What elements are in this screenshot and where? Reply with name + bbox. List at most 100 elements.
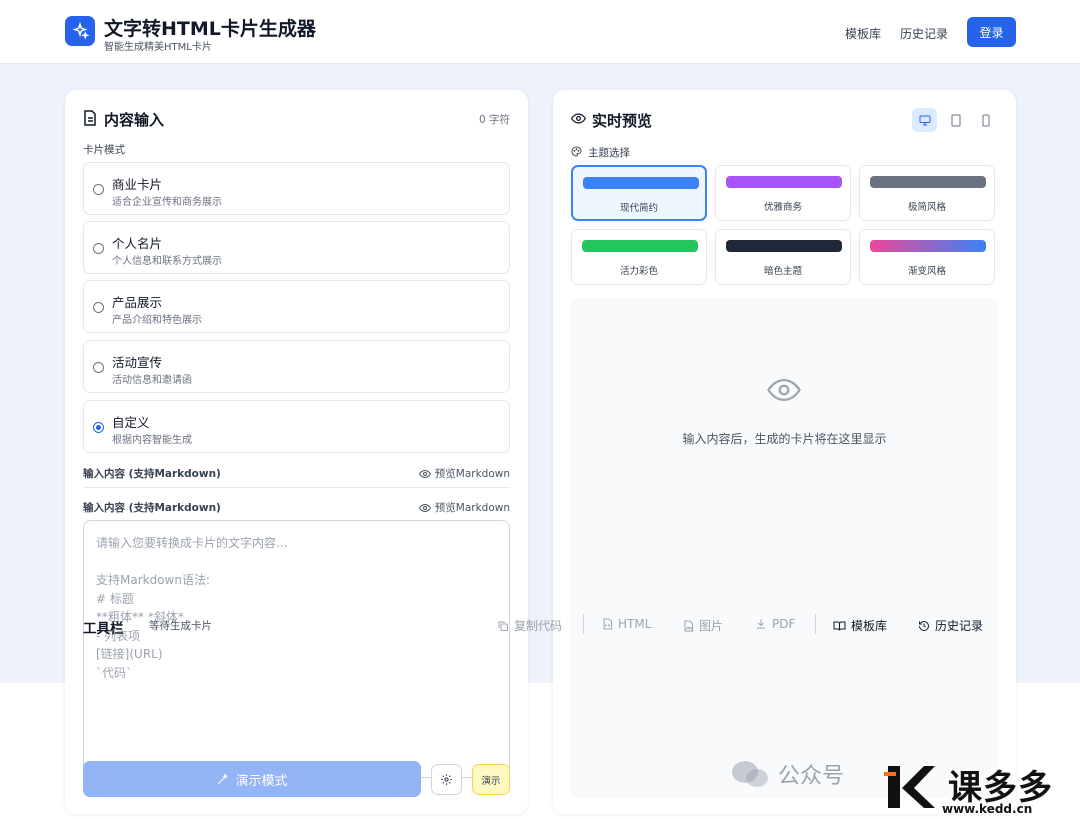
preview-markdown-label: 预览Markdown bbox=[434, 502, 510, 514]
card-mode-label: 卡片模式 bbox=[83, 144, 125, 156]
mode-name: 个人名片 bbox=[112, 236, 163, 251]
live-preview-panel: 实时预览 主题选择 现代简约 优雅商务 极简风格 活力彩色 暗色主题 渐变风格 … bbox=[553, 90, 1016, 814]
eye-icon bbox=[418, 503, 431, 512]
content-input-panel: 内容输入 0 字符 卡片模式 商业卡片 适合企业宣传和商务展示 个人名片 个人信… bbox=[65, 90, 528, 814]
toolbar-divider bbox=[815, 614, 816, 634]
theme-option-dark[interactable]: 暗色主题 bbox=[715, 229, 851, 285]
toolbar-history-label: 历史记录 bbox=[935, 619, 984, 633]
desktop-view-button[interactable] bbox=[912, 108, 937, 132]
monitor-icon bbox=[919, 115, 930, 125]
mode-radio-selected[interactable] bbox=[93, 422, 104, 433]
kedd-watermark: 课多多 www.kedd.cn bbox=[880, 760, 1080, 819]
theme-name: 渐变风格 bbox=[907, 266, 946, 277]
toolbar: 工具栏 等待生成卡片 复制代码 HTML 图片 PDF 模板库 历史记录 bbox=[65, 590, 1016, 658]
theme-option-gradient[interactable]: 渐变风格 bbox=[859, 229, 995, 285]
toolbar-template-library-button[interactable]: 模板库 bbox=[833, 617, 887, 634]
tablet-view-button[interactable] bbox=[943, 108, 968, 132]
export-image-label: 图片 bbox=[699, 619, 724, 633]
mode-desc: 根据内容智能生成 bbox=[112, 435, 192, 446]
theme-name: 优雅商务 bbox=[763, 202, 802, 213]
preview-markdown-toggle[interactable]: 预览Markdown bbox=[418, 466, 510, 481]
theme-swatch bbox=[583, 177, 699, 189]
palette-icon bbox=[571, 146, 582, 157]
mode-desc: 产品介绍和特色展示 bbox=[112, 315, 202, 326]
eye-icon bbox=[571, 113, 586, 124]
mode-name: 商业卡片 bbox=[112, 177, 163, 192]
toolbar-title: 工具栏 bbox=[83, 621, 124, 637]
empty-preview-message: 输入内容后，生成的卡片将在这里显示 bbox=[682, 432, 887, 446]
wechat-label: 公众号 bbox=[778, 764, 845, 789]
input-panel-title: 内容输入 bbox=[104, 111, 165, 129]
theme-option-modern[interactable]: 现代简约 bbox=[571, 165, 707, 221]
toolbar-template-library-label: 模板库 bbox=[851, 619, 888, 633]
content-label: 输入内容 (支持Markdown) bbox=[83, 502, 221, 514]
theme-name: 现代简约 bbox=[619, 203, 658, 214]
mobile-view-button[interactable] bbox=[973, 108, 998, 132]
app-title: 文字转HTML卡片生成器 bbox=[104, 18, 316, 40]
login-button[interactable]: 登录 bbox=[967, 17, 1016, 47]
theme-name: 极简风格 bbox=[907, 202, 946, 213]
copy-icon bbox=[498, 621, 508, 631]
mode-option-custom[interactable]: 自定义 根据内容智能生成 bbox=[83, 400, 510, 453]
theme-label: 主题选择 bbox=[588, 147, 630, 159]
export-pdf-button[interactable]: PDF bbox=[755, 617, 795, 631]
file-image-icon bbox=[684, 620, 693, 631]
mode-radio[interactable] bbox=[93, 362, 104, 373]
eye-icon bbox=[767, 378, 801, 402]
mode-name: 自定义 bbox=[112, 415, 150, 430]
preview-markdown-label: 预览Markdown bbox=[434, 468, 510, 480]
mode-radio[interactable] bbox=[93, 184, 104, 195]
copy-code-button[interactable]: 复制代码 bbox=[497, 617, 562, 634]
export-html-button[interactable]: HTML bbox=[602, 617, 651, 631]
mode-radio[interactable] bbox=[93, 243, 104, 254]
theme-swatch bbox=[726, 176, 842, 188]
theme-swatch bbox=[582, 240, 698, 252]
theme-name: 活力彩色 bbox=[619, 266, 658, 277]
toolbar-history-button[interactable]: 历史记录 bbox=[918, 617, 983, 634]
kedd-logo-icon bbox=[884, 766, 935, 808]
preview-panel-title: 实时预览 bbox=[592, 112, 653, 130]
history-icon bbox=[919, 620, 929, 631]
demo-mode-label: 演示模式 bbox=[235, 773, 288, 789]
mode-option-business[interactable]: 商业卡片 适合企业宣传和商务展示 bbox=[83, 162, 510, 215]
preview-markdown-toggle[interactable]: 预览Markdown bbox=[418, 500, 510, 515]
export-image-button[interactable]: 图片 bbox=[683, 617, 723, 634]
kedd-url: www.kedd.cn bbox=[942, 802, 1033, 816]
content-label: 输入内容 (支持Markdown) bbox=[83, 468, 221, 480]
gear-icon bbox=[441, 774, 452, 785]
mode-desc: 活动信息和邀请函 bbox=[112, 375, 192, 386]
nav-history[interactable]: 历史记录 bbox=[900, 25, 948, 42]
card-preview-area: 输入内容后，生成的卡片将在这里显示 bbox=[571, 298, 998, 798]
divider bbox=[83, 487, 510, 488]
mode-desc: 适合企业宣传和商务展示 bbox=[112, 197, 222, 208]
char-count: 0 字符 bbox=[478, 114, 510, 126]
mode-radio[interactable] bbox=[93, 302, 104, 313]
download-icon bbox=[757, 619, 765, 629]
theme-swatch bbox=[870, 176, 986, 188]
wechat-icon bbox=[732, 761, 768, 787]
mode-option-event[interactable]: 活动宣传 活动信息和邀请函 bbox=[83, 340, 510, 393]
nav-template-library[interactable]: 模板库 bbox=[845, 25, 881, 42]
file-code-icon bbox=[603, 618, 612, 630]
toolbar-status: 等待生成卡片 bbox=[149, 620, 212, 632]
magic-wand-icon bbox=[218, 772, 229, 784]
demo-badge[interactable]: 演示 bbox=[472, 764, 510, 795]
theme-option-elegant[interactable]: 优雅商务 bbox=[715, 165, 851, 221]
theme-swatch bbox=[870, 240, 986, 252]
mode-desc: 个人信息和联系方式展示 bbox=[112, 256, 222, 267]
copy-code-label: 复制代码 bbox=[514, 619, 563, 633]
book-open-icon bbox=[833, 621, 846, 631]
export-pdf-label: PDF bbox=[772, 617, 796, 631]
document-icon bbox=[84, 110, 96, 126]
mode-name: 产品展示 bbox=[112, 295, 163, 310]
theme-name: 暗色主题 bbox=[763, 266, 802, 277]
demo-mode-button[interactable]: 演示模式 bbox=[83, 761, 421, 797]
mode-name: 活动宣传 bbox=[112, 355, 163, 370]
mode-option-personal[interactable]: 个人名片 个人信息和联系方式展示 bbox=[83, 221, 510, 274]
toolbar-divider bbox=[583, 614, 584, 634]
settings-button[interactable] bbox=[431, 764, 462, 795]
theme-option-vibrant[interactable]: 活力彩色 bbox=[571, 229, 707, 285]
mode-option-product[interactable]: 产品展示 产品介绍和特色展示 bbox=[83, 280, 510, 333]
phone-icon bbox=[982, 114, 989, 126]
theme-option-minimal[interactable]: 极简风格 bbox=[859, 165, 995, 221]
